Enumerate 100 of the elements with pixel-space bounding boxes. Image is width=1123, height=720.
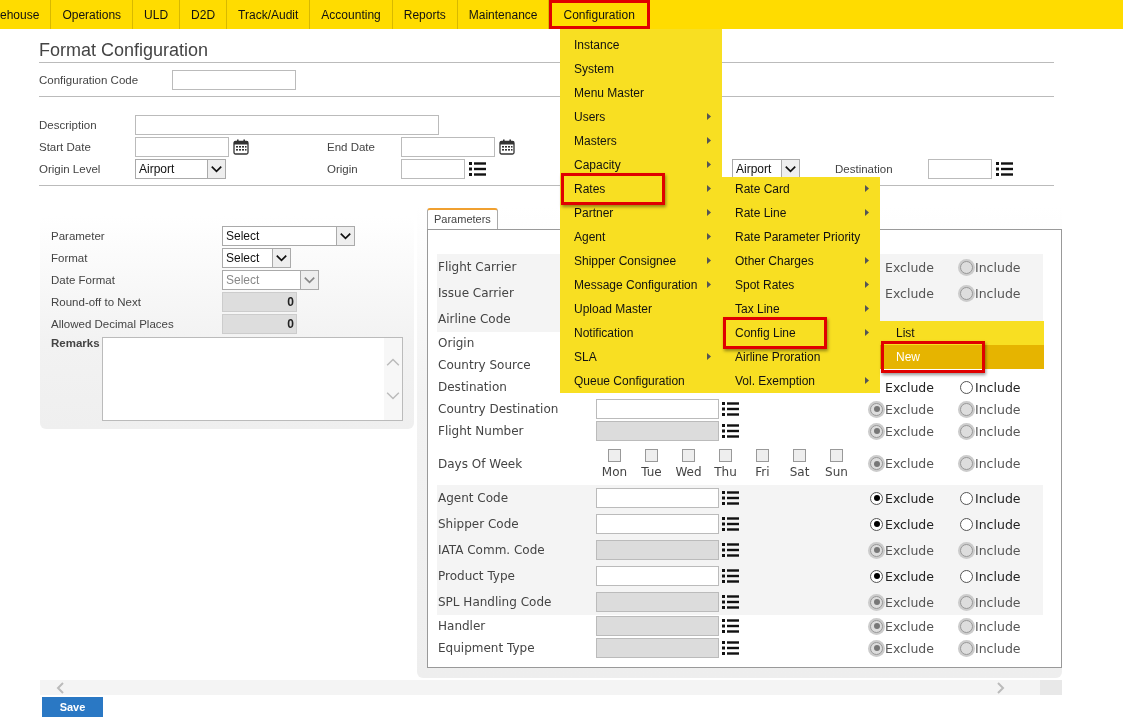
remarks-textarea[interactable] (101, 337, 403, 421)
scroll-left-icon[interactable] (56, 681, 66, 694)
menu-bar-item[interactable]: ULD (133, 0, 181, 29)
menu-item[interactable]: Notification (560, 321, 722, 345)
field-label: Agent Code (437, 491, 510, 505)
field-label: Round-off to Next (51, 296, 142, 308)
menu-item[interactable]: Rates (560, 177, 722, 201)
date-field[interactable] (135, 137, 229, 157)
list-icon[interactable] (721, 491, 739, 505)
menu-item[interactable]: Masters (560, 129, 722, 153)
menu-item[interactable]: Shipper Consignee (560, 249, 722, 273)
menu-bar-item[interactable]: Configuration (549, 0, 650, 29)
dropdown[interactable]: Select (222, 226, 355, 246)
input-field[interactable] (596, 514, 719, 534)
option-label: Include (975, 379, 1021, 395)
field-label: End Date (327, 141, 376, 153)
menu-item[interactable]: Tax Line (722, 297, 880, 321)
submenu-arrow-icon (707, 209, 711, 216)
radio-button[interactable] (870, 491, 883, 505)
list-icon[interactable] (469, 162, 486, 176)
menu-item[interactable]: Users (560, 105, 722, 129)
radio-button[interactable] (960, 380, 973, 394)
menu-bar-item[interactable]: Accounting (310, 0, 393, 29)
option-label: Exclude (885, 640, 934, 656)
radio-button[interactable] (960, 517, 973, 531)
option-label: Include (975, 259, 1021, 275)
menu-bar-item[interactable]: Reports (392, 0, 458, 29)
list-icon[interactable] (996, 162, 1013, 176)
parameters-tab[interactable]: Parameters (427, 208, 498, 229)
number-field[interactable]: 0 (222, 314, 297, 334)
menu-item[interactable]: Capacity (560, 153, 722, 177)
dropdown[interactable]: Select (222, 248, 291, 268)
submenu-arrow-icon (707, 185, 711, 192)
submenu-arrow-icon (707, 113, 711, 120)
field-label: Parameter (51, 230, 106, 242)
menu-item[interactable]: Other Charges (722, 249, 880, 273)
field-label: Description (39, 119, 98, 131)
option-label: Include (975, 490, 1021, 506)
menu-item[interactable]: Rate Parameter Priority (722, 225, 880, 249)
submenu-arrow-icon (707, 137, 711, 144)
input-field[interactable] (172, 69, 296, 90)
field-label: SPL Handling Code (437, 595, 553, 609)
menu-item[interactable]: Rate Card (722, 177, 880, 201)
menu-item[interactable]: Airline Proration (722, 345, 880, 369)
menu-bar-item[interactable]: Track/Audit (227, 0, 311, 29)
menu-item[interactable]: Message Configuration (560, 273, 722, 297)
menu-item[interactable]: Queue Configuration (560, 369, 722, 393)
option-label: Include (975, 542, 1021, 558)
calendar-icon[interactable] (499, 139, 515, 155)
option-label: Exclude (885, 516, 934, 532)
field-label: Country Destination (437, 402, 560, 416)
menu-bar-item[interactable]: ehouse (0, 0, 52, 29)
radio-button[interactable] (870, 517, 883, 531)
menu-item[interactable]: Upload Master (560, 297, 722, 321)
field-label: Date Format (51, 274, 116, 286)
scroll-right-icon[interactable] (995, 681, 1005, 694)
option-label: Include (975, 285, 1021, 301)
field-label: Format (51, 252, 89, 264)
menu-item[interactable]: Agent (560, 225, 722, 249)
list-icon[interactable] (721, 517, 739, 531)
option-label: Include (975, 423, 1021, 439)
option-label: Exclude (885, 568, 934, 584)
menu-bar-item[interactable]: D2D (180, 0, 228, 29)
menu-item[interactable]: Partner (560, 201, 722, 225)
field-label: Origin Level (39, 163, 102, 175)
calendar-icon[interactable] (233, 139, 249, 155)
dropdown[interactable]: Airport (135, 159, 226, 179)
number-field[interactable]: 0 (222, 292, 297, 312)
horizontal-scrollbar[interactable] (40, 680, 1062, 695)
menu-item[interactable]: System (560, 57, 722, 81)
list-icon[interactable] (721, 569, 739, 583)
field-label: Origin (437, 336, 476, 350)
input-field[interactable] (596, 488, 719, 508)
option-label: Exclude (885, 379, 934, 395)
menu-item[interactable]: SLA (560, 345, 722, 369)
menu-item[interactable]: Rate Line (722, 201, 880, 225)
option-label: Include (975, 618, 1021, 634)
menu-bar-item[interactable]: Operations (51, 0, 134, 29)
radio-button[interactable] (870, 569, 883, 583)
menu-item[interactable]: Instance (560, 33, 722, 57)
radio-button[interactable] (960, 569, 973, 583)
dropdown[interactable]: Airport (732, 159, 800, 179)
submenu-arrow-icon (865, 209, 869, 216)
input-field[interactable] (928, 159, 992, 179)
menu-item[interactable]: Config Line (722, 321, 880, 345)
field-label: IATA Comm. Code (437, 543, 546, 557)
menu-item[interactable]: Spot Rates (722, 273, 880, 297)
menu-item[interactable]: Vol. Exemption (722, 369, 880, 393)
input-field[interactable] (401, 159, 465, 179)
date-field[interactable] (401, 137, 495, 157)
field-label: Destination (835, 163, 894, 175)
option-label: Include (975, 594, 1021, 610)
input-field[interactable] (135, 115, 439, 135)
input-field[interactable] (596, 566, 719, 586)
submenu-arrow-icon (707, 281, 711, 288)
menu-item[interactable]: Menu Master (560, 81, 722, 105)
save-button[interactable]: Save (42, 697, 103, 717)
submenu-arrow-icon (865, 281, 869, 288)
submenu-arrow-icon (865, 185, 869, 192)
radio-button[interactable] (960, 491, 973, 505)
